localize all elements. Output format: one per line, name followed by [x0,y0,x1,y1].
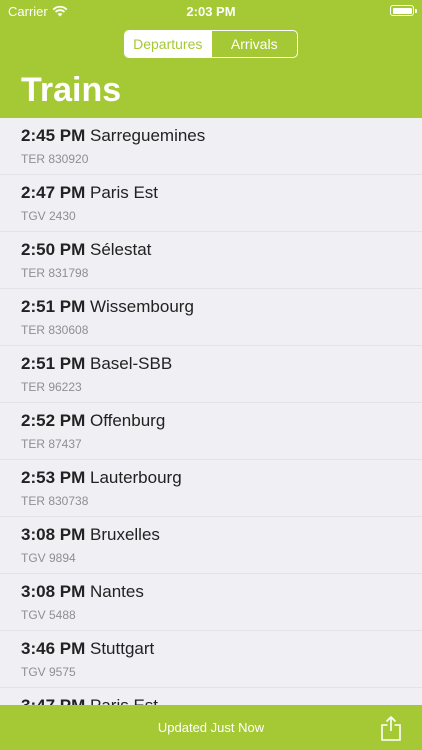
departure-time: 3:46 PM [21,639,86,658]
destination: Wissembourg [89,297,194,316]
destination: Stuttgart [89,639,155,658]
departure-time: 2:53 PM [21,468,86,487]
list-item[interactable]: 2:51 PM Wissembourg TER 830608 [0,289,422,346]
destination: Sélestat [89,240,152,259]
train-list[interactable]: 2:45 PM Sarreguemines TER 830920 2:47 PM… [0,118,422,705]
departure-time: 2:47 PM [21,183,86,202]
status-bar: Carrier 2:03 PM [0,0,422,22]
departure-time: 2:45 PM [21,126,86,145]
clock: 2:03 PM [186,4,236,19]
list-item[interactable]: 3:08 PM Nantes TGV 5488 [0,574,422,631]
list-item[interactable]: 2:53 PM Lauterbourg TER 830738 [0,460,422,517]
departure-time: 2:52 PM [21,411,86,430]
destination: Paris Est [89,183,159,202]
list-item[interactable]: 3:08 PM Bruxelles TGV 9894 [0,517,422,574]
list-item[interactable]: 2:47 PM Paris Est TGV 2430 [0,175,422,232]
share-icon[interactable] [380,715,402,741]
page-title: Trains [21,71,122,109]
train-number: TER 831798 [21,266,89,280]
list-item[interactable]: 2:50 PM Sélestat TER 831798 [0,232,422,289]
train-number: TER 830738 [21,494,89,508]
train-number: TGV 2430 [21,209,76,223]
list-item[interactable]: 2:52 PM Offenburg TER 87437 [0,403,422,460]
departure-time: 2:51 PM [21,297,86,316]
destination: Nantes [89,582,144,601]
train-number: TGV 5488 [21,608,76,622]
list-item[interactable]: 3:46 PM Stuttgart TGV 9575 [0,631,422,688]
departure-time: 3:47 PM [21,696,85,705]
list-item[interactable]: 2:45 PM Sarreguemines TER 830920 [0,118,422,175]
departure-time: 2:50 PM [21,240,86,259]
departure-time: 3:08 PM [21,525,86,544]
train-number: TGV 9894 [21,551,76,565]
list-item[interactable]: 3:47 PM Paris Est [0,688,422,705]
update-status: Updated Just Now [157,720,265,735]
train-number: TER 87437 [21,437,82,451]
train-number: TER 830608 [21,323,89,337]
destination: Offenburg [89,411,166,430]
segment-departures[interactable]: Departures [125,31,211,57]
battery-icon [390,5,417,16]
train-number: TGV 9575 [21,665,76,679]
departure-time: 3:08 PM [21,582,86,601]
train-number: TER 830920 [21,152,89,166]
train-number: TER 96223 [21,380,82,394]
destination: Basel-SBB [89,354,173,373]
list-item[interactable]: 2:51 PM Basel-SBB TER 96223 [0,346,422,403]
segment-arrivals[interactable]: Arrivals [210,31,298,57]
departures-arrivals-toggle: Departures Arrivals [124,30,298,58]
destination: Lauterbourg [89,468,182,487]
destination: Sarreguemines [89,126,206,145]
destination: Bruxelles [89,525,160,544]
departure-time: 2:51 PM [21,354,86,373]
bottom-toolbar: Updated Just Now [0,705,422,750]
destination: Paris Est [90,696,158,705]
navigation-header: Carrier 2:03 PM Departures Arrivals Trai… [0,0,422,118]
